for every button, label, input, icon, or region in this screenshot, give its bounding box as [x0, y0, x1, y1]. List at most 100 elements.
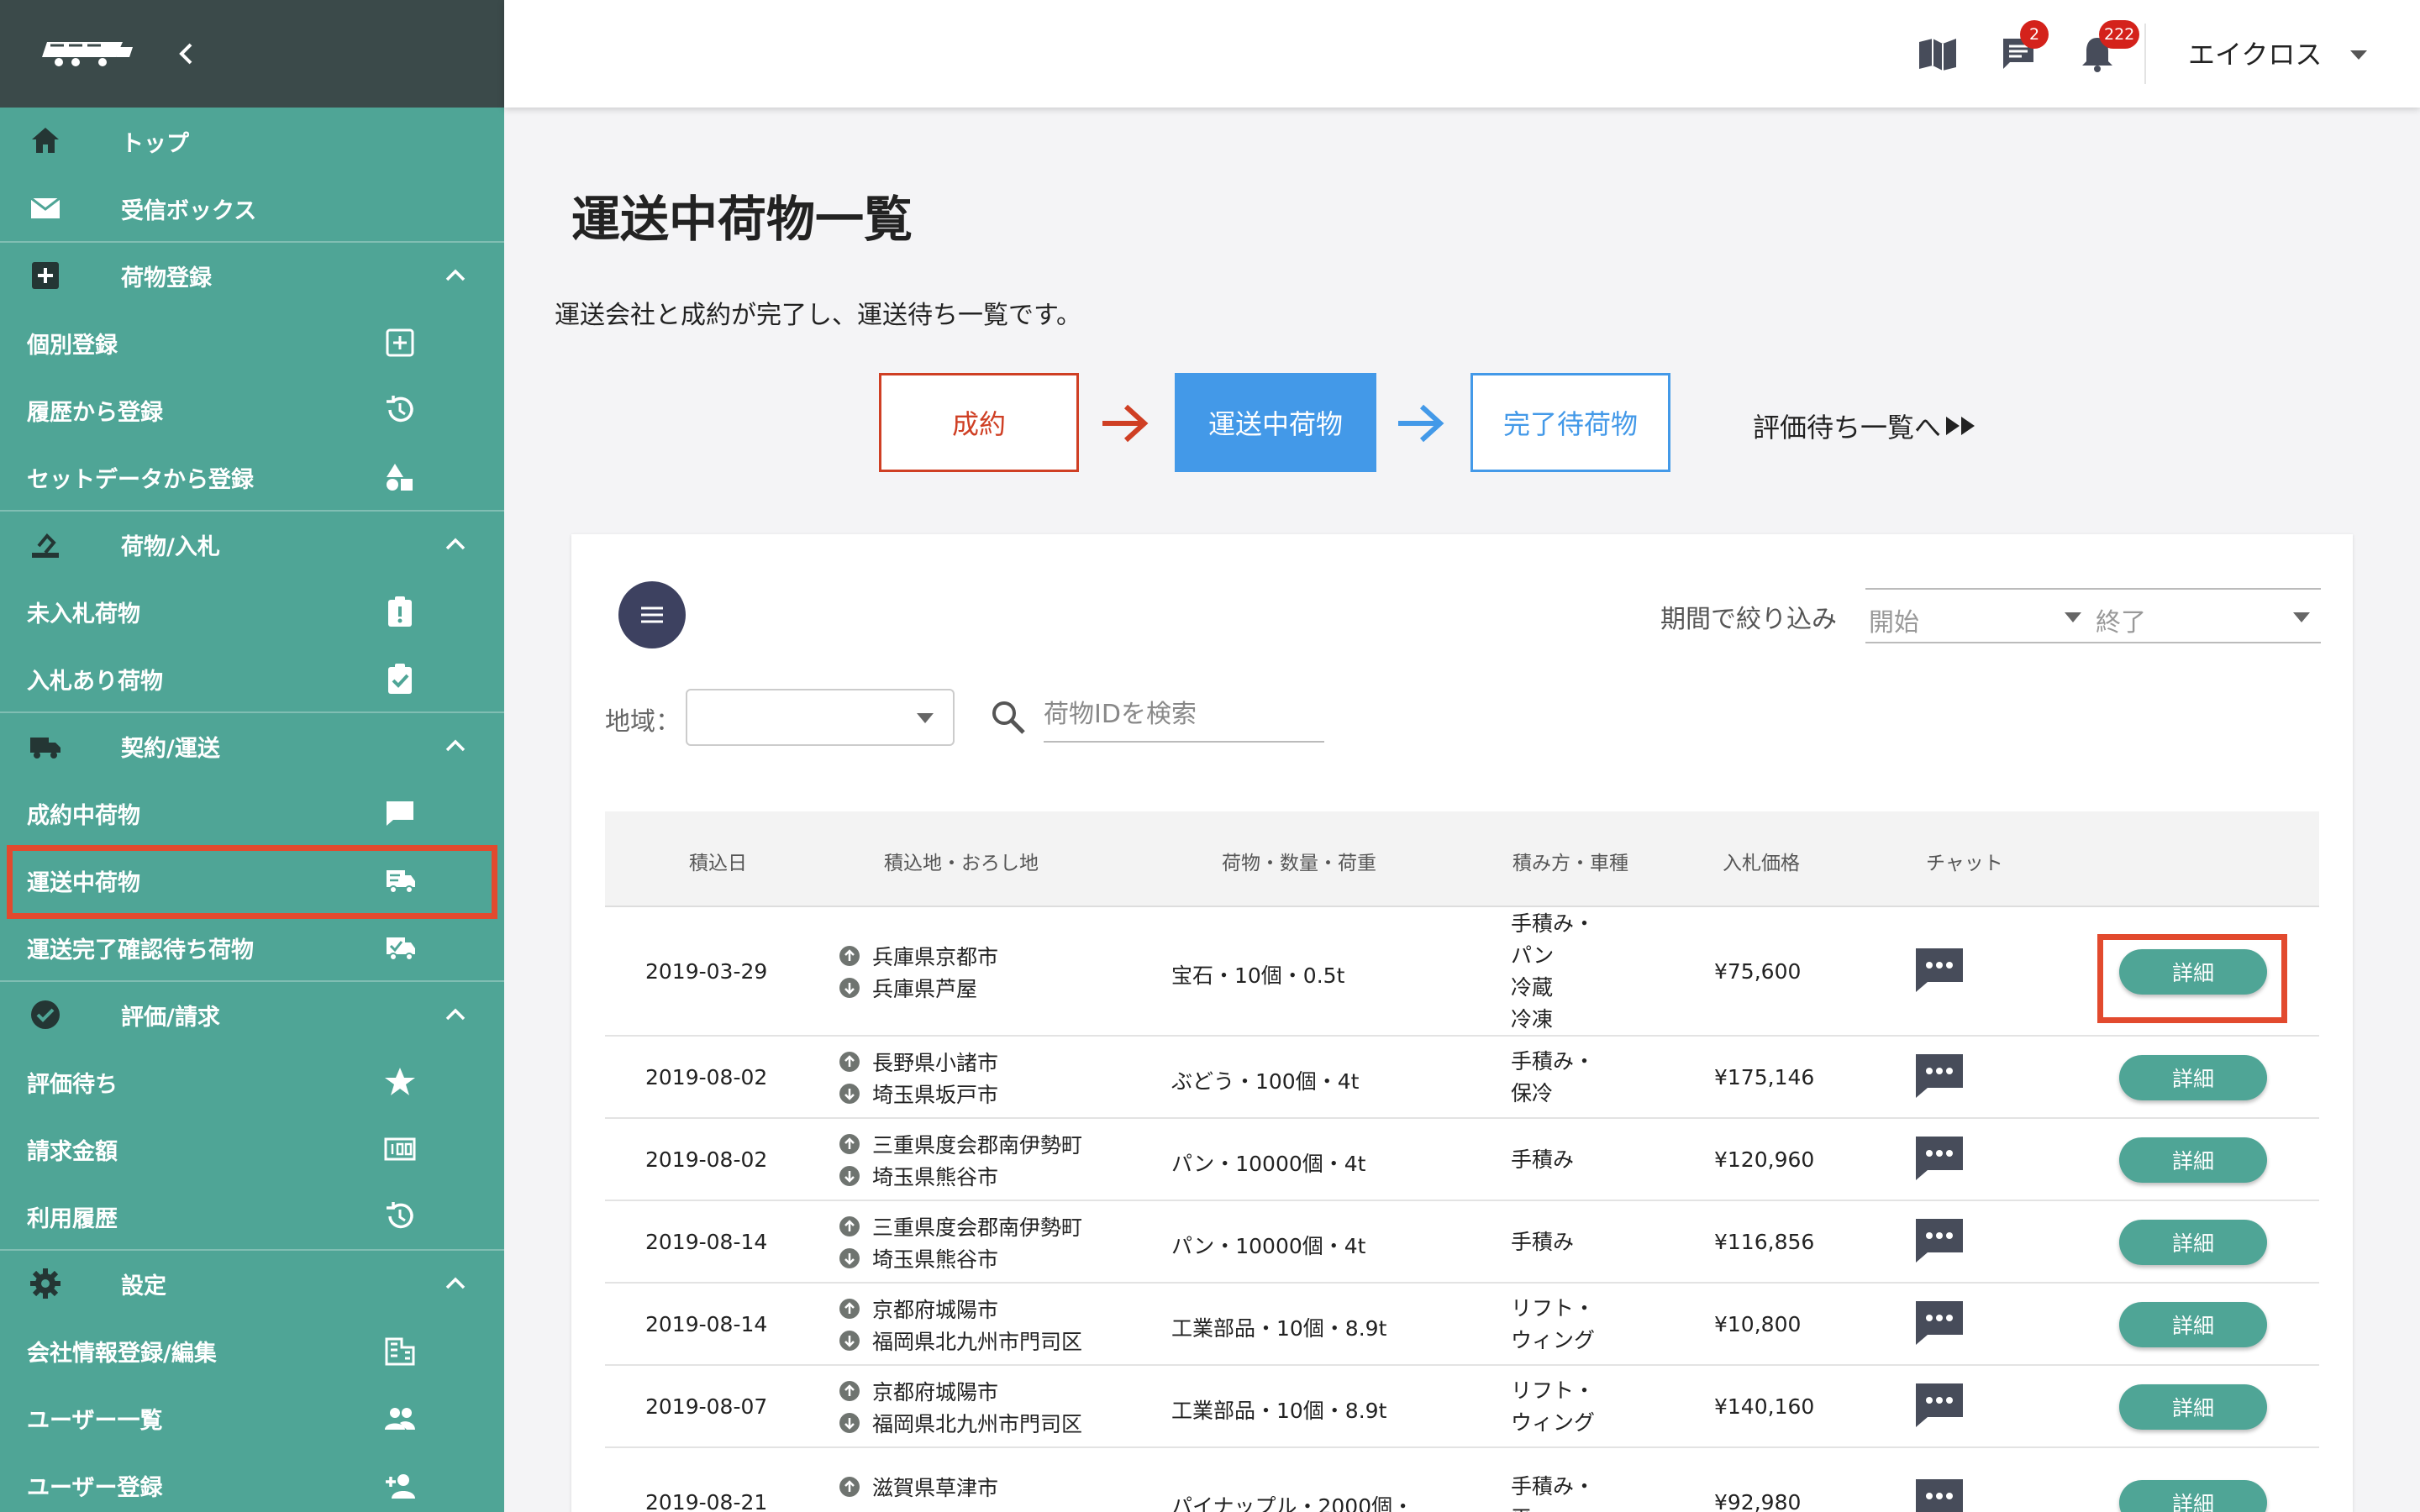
route-origin: 兵庫県京都市 — [839, 940, 998, 972]
chevron-up-icon[interactable] — [440, 260, 471, 291]
arrow-up-circle-icon — [839, 946, 860, 966]
arrow-right-icon — [1398, 404, 1444, 443]
loading-method-line: パン — [1511, 943, 1555, 968]
region-label: 地域： — [605, 707, 681, 737]
detail-button[interactable]: 詳細 — [2119, 1384, 2267, 1430]
sidebar-section-17[interactable]: 設定 — [0, 1250, 504, 1317]
counter-icon — [384, 1137, 416, 1161]
load-date: 2019-08-14 — [645, 1230, 768, 1254]
evaluation-list-link[interactable]: 評価待ち一覧へ — [1753, 407, 1978, 445]
chevron-up-icon[interactable] — [440, 1000, 471, 1030]
manual-button[interactable] — [1916, 32, 1960, 76]
sidebar-item-8[interactable]: 入札あり荷物 — [0, 645, 504, 712]
sidebar-icon-wrap — [383, 1334, 417, 1368]
list-menu-button[interactable] — [618, 581, 686, 648]
arrow-down-circle-icon — [839, 978, 860, 998]
chat-button[interactable]: 2 — [1996, 20, 2049, 76]
detail-button[interactable]: 詳細 — [2119, 1220, 2267, 1265]
route: 三重県度会郡南伊勢町 埼玉県熊谷市 — [839, 1210, 1082, 1274]
truck-icon — [30, 738, 60, 759]
route-text: 三重県度会郡南伊勢町 — [872, 1133, 1083, 1158]
loading-method-line: 手積み — [1511, 1230, 1575, 1254]
chevron-up-icon[interactable] — [440, 731, 471, 761]
sidebar-icon-wrap — [383, 1200, 417, 1233]
loading-method-line: リフト・ — [1511, 1378, 1596, 1403]
detail-button[interactable]: 詳細 — [2119, 1137, 2267, 1183]
sidebar-section-6[interactable]: 荷物/入札 — [0, 511, 504, 578]
cargo-info: ぶどう・100個・4t — [1171, 1069, 1360, 1094]
sidebar-item-16[interactable]: 利用履歴 — [0, 1183, 504, 1250]
bid-icon — [32, 533, 59, 558]
detail-button-highlight — [2097, 934, 2287, 1023]
sidebar-item-20[interactable]: ユーザー登録 — [0, 1452, 504, 1512]
history-icon — [387, 396, 413, 423]
sidebar-item-10[interactable]: 成約中荷物 — [0, 780, 504, 847]
load-date: 2019-08-02 — [645, 1147, 768, 1172]
sidebar-item-14[interactable]: 評価待ち — [0, 1048, 504, 1116]
period-start-select[interactable]: 開始 — [1865, 588, 2092, 643]
route-text: 埼玉県熊谷市 — [872, 1247, 999, 1272]
sidebar-item-19[interactable]: ユーザー一覧 — [0, 1384, 504, 1452]
period-end-select[interactable]: 終了 — [2092, 588, 2321, 643]
chat-icon[interactable] — [1912, 1215, 1966, 1266]
sidebar-icon-wrap — [29, 528, 62, 561]
home-icon — [32, 128, 59, 153]
column-header: 積込日 — [689, 853, 747, 874]
sidebar-item-18[interactable]: 会社情報登録/編集 — [0, 1317, 504, 1384]
sidebar-item-1[interactable]: 受信ボックス — [0, 175, 504, 242]
chevron-up-icon[interactable] — [440, 529, 471, 559]
sidebar-item-4[interactable]: 履歴から登録 — [0, 376, 504, 444]
detail-button[interactable]: 詳細 — [2119, 1480, 2267, 1512]
sidebar-section-9[interactable]: 契約/運送 — [0, 712, 504, 780]
sidebar-item-15[interactable]: 請求金額 — [0, 1116, 504, 1183]
sidebar-icon-wrap — [29, 998, 62, 1032]
loading-method-line: 手積み — [1511, 1147, 1575, 1172]
arrow-up-circle-icon — [839, 1299, 860, 1319]
chat-icon[interactable] — [1912, 1476, 1966, 1512]
active-item-highlight — [7, 845, 497, 919]
sidebar-icon-wrap — [383, 1468, 417, 1502]
cargo-id-search-input[interactable] — [1044, 687, 1324, 743]
chat-icon[interactable] — [1912, 1298, 1966, 1348]
sidebar-item-0[interactable]: トップ — [0, 108, 504, 175]
caret-down-icon — [2293, 612, 2310, 622]
sidebar-item-7[interactable]: 未入札荷物 — [0, 578, 504, 645]
sidebar-icon-wrap — [383, 1401, 417, 1435]
cargo-info: 工業部品・10個・8.9t — [1171, 1316, 1387, 1341]
chat-icon[interactable] — [1912, 945, 1966, 995]
sidebar-item-5[interactable]: セットデータから登録 — [0, 444, 504, 511]
step-awaiting-completion[interactable]: 完了待荷物 — [1470, 373, 1670, 472]
sidebar-section-13[interactable]: 評価/請求 — [0, 981, 504, 1048]
route-text: 京都府城陽市 — [872, 1298, 999, 1322]
cargo-info: 宝石・10個・0.5t — [1171, 963, 1345, 988]
route-text: 福岡県北九州市門司区 — [872, 1330, 1083, 1354]
shapes-icon — [387, 464, 413, 491]
step-in-transit[interactable]: 運送中荷物 — [1175, 373, 1376, 472]
sidebar-icon-wrap — [383, 326, 417, 360]
sidebar-label: 履歴から登録 — [27, 399, 163, 426]
chat-icon[interactable] — [1912, 1133, 1966, 1184]
loading-method-line: 手積み・ — [1511, 911, 1596, 936]
chat-icon[interactable] — [1912, 1380, 1966, 1431]
sidebar-item-3[interactable]: 個別登録 — [0, 309, 504, 376]
chat-icon[interactable] — [1912, 1051, 1966, 1101]
sidebar-label: 評価待ち — [27, 1071, 118, 1098]
sidebar-section-2[interactable]: 荷物登録 — [0, 242, 504, 309]
add-box-icon — [32, 262, 59, 289]
bid-price: ¥140,160 — [1714, 1394, 1815, 1419]
truck-check-icon — [387, 937, 415, 961]
caret-down-icon[interactable] — [2348, 44, 2370, 66]
evaluation-list-link-label: 評価待ち一覧へ — [1753, 412, 1942, 444]
detail-button[interactable]: 詳細 — [2119, 1302, 2267, 1347]
step-contracted[interactable]: 成約 — [879, 373, 1079, 472]
notification-button[interactable]: 222 — [2075, 20, 2140, 76]
chevron-up-icon[interactable] — [440, 1268, 471, 1299]
sidebar-collapse-button[interactable] — [170, 37, 203, 71]
route-text: 埼玉県熊谷市 — [872, 1165, 999, 1189]
region-select[interactable] — [686, 689, 955, 746]
period-end-placeholder: 終了 — [2096, 608, 2146, 638]
user-menu[interactable]: エイクロス — [2188, 34, 2322, 72]
detail-button[interactable]: 詳細 — [2119, 1055, 2267, 1100]
sidebar-item-12[interactable]: 運送完了確認待ち荷物 — [0, 914, 504, 981]
logo-truck-icon — [42, 42, 133, 66]
